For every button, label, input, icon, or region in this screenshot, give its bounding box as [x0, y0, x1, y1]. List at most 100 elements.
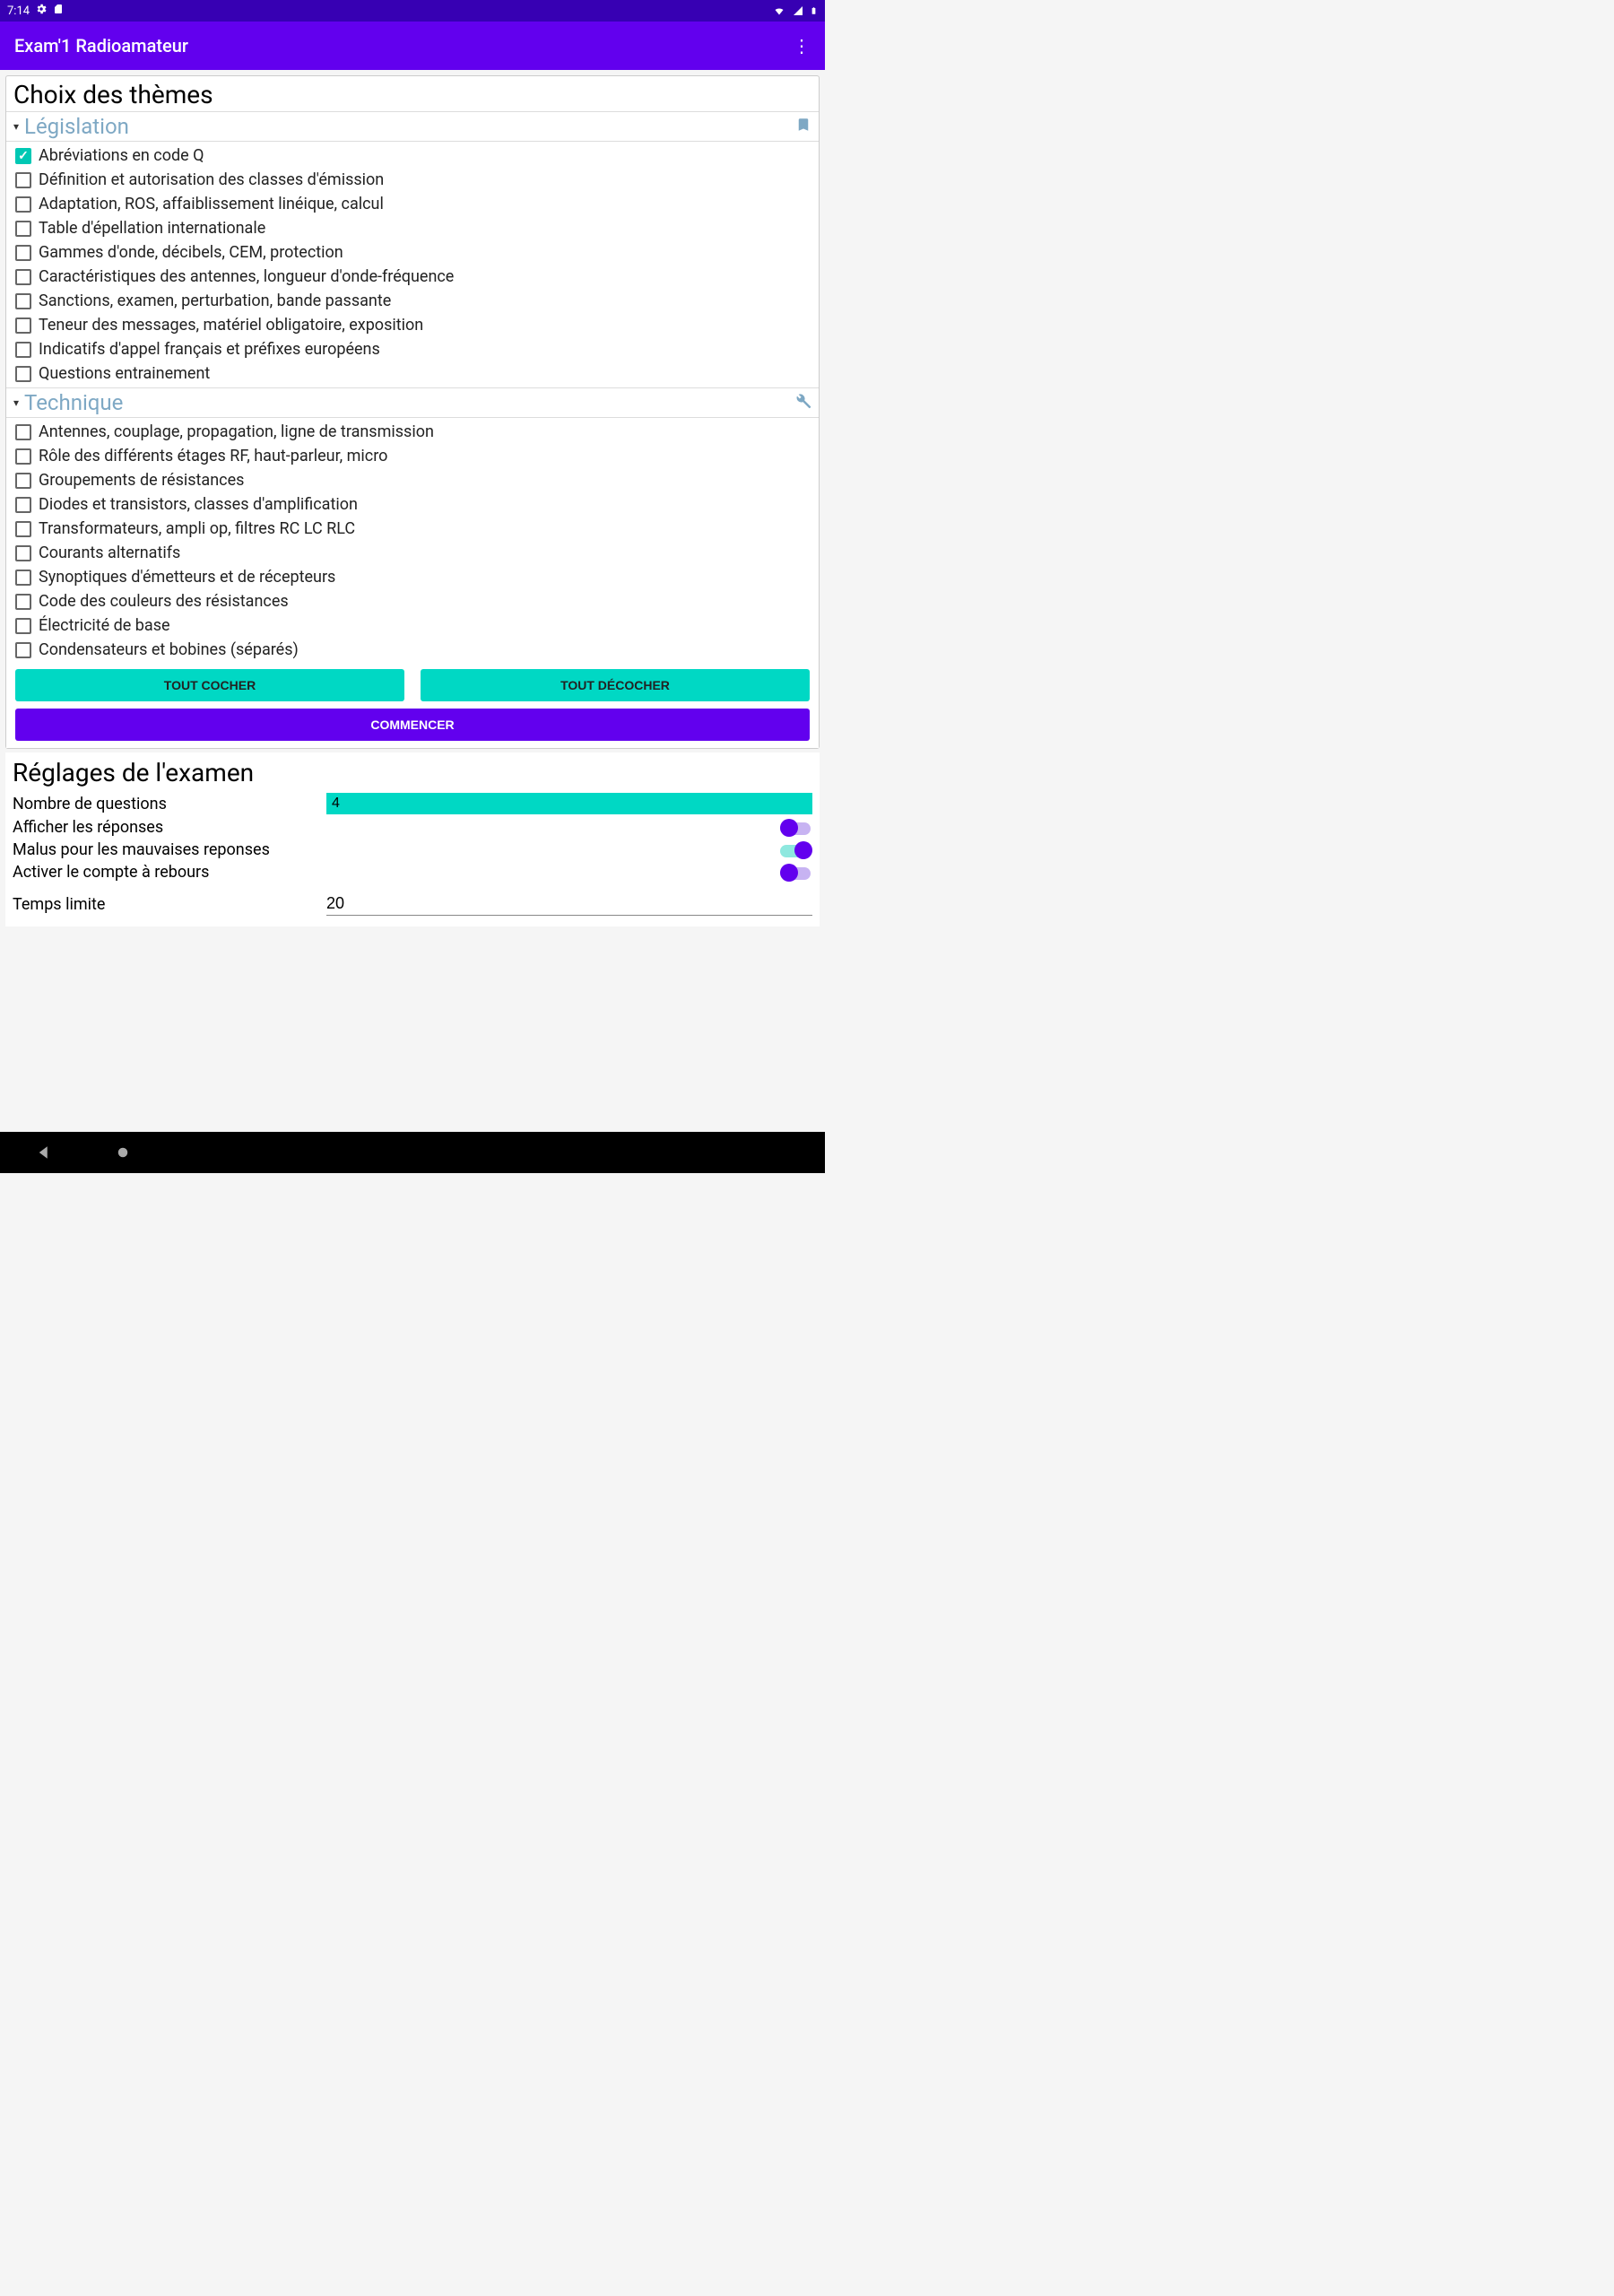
section-items-legislation: Abréviations en code Q Définition et auto… — [6, 142, 819, 387]
list-item[interactable]: Rôle des différents étages RF, haut-parl… — [6, 444, 819, 468]
list-item-label: Questions entrainement — [39, 364, 210, 383]
back-icon[interactable] — [36, 1144, 52, 1161]
list-item[interactable]: Électricité de base — [6, 613, 819, 638]
themes-card: Choix des thèmes ▾ Législation Abréviati… — [5, 75, 820, 749]
checkbox[interactable] — [15, 473, 31, 489]
list-item-label: Gammes d'onde, décibels, CEM, protection — [39, 243, 343, 262]
setting-show-answers: Afficher les réponses — [9, 816, 816, 839]
malus-toggle[interactable] — [780, 841, 812, 859]
section-header-legislation[interactable]: ▾ Législation — [6, 111, 819, 142]
sd-card-icon — [53, 3, 64, 19]
bookmark-icon — [795, 116, 811, 137]
checkbox[interactable] — [15, 317, 31, 334]
list-item-label: Électricité de base — [39, 616, 170, 635]
checkbox[interactable] — [15, 521, 31, 537]
button-row: TOUT COCHER TOUT DÉCOCHER — [6, 664, 819, 705]
list-item[interactable]: Courants alternatifs — [6, 541, 819, 565]
list-item[interactable]: Abréviations en code Q — [6, 144, 819, 168]
list-item[interactable]: Caractéristiques des antennes, longueur … — [6, 265, 819, 289]
list-item-label: Abréviations en code Q — [39, 146, 204, 165]
list-item[interactable]: Condensateurs et bobines (séparés) — [6, 638, 819, 662]
list-item-label: Antennes, couplage, propagation, ligne d… — [39, 422, 434, 441]
list-item-label: Synoptiques d'émetteurs et de récepteurs — [39, 568, 335, 587]
status-bar: 7:14 — [0, 0, 825, 22]
list-item[interactable]: Code des couleurs des résistances — [6, 589, 819, 613]
uncheck-all-button[interactable]: TOUT DÉCOCHER — [421, 669, 810, 701]
checkbox[interactable] — [15, 618, 31, 634]
list-item[interactable]: Table d'épellation internationale — [6, 216, 819, 240]
list-item-label: Teneur des messages, matériel obligatoir… — [39, 316, 423, 335]
list-item-label: Condensateurs et bobines (séparés) — [39, 640, 299, 659]
setting-label: Nombre de questions — [13, 795, 326, 813]
home-icon[interactable] — [115, 1144, 131, 1161]
checkbox[interactable] — [15, 642, 31, 658]
list-item[interactable]: Synoptiques d'émetteurs et de récepteurs — [6, 565, 819, 589]
list-item[interactable]: Transformateurs, ampli op, filtres RC LC… — [6, 517, 819, 541]
setting-question-count: Nombre de questions — [9, 791, 816, 816]
checkbox[interactable] — [15, 545, 31, 561]
section-header-technique[interactable]: ▾ Technique — [6, 387, 819, 418]
list-item-label: Définition et autorisation des classes d… — [39, 170, 384, 189]
list-item[interactable]: Sanctions, examen, perturbation, bande p… — [6, 289, 819, 313]
wrench-icon — [794, 392, 811, 413]
setting-label: Activer le compte à rebours — [13, 863, 326, 882]
battery-icon — [810, 4, 818, 17]
list-item-label: Rôle des différents étages RF, haut-parl… — [39, 447, 387, 465]
android-nav-bar — [0, 1132, 825, 1173]
wifi-icon — [772, 5, 786, 16]
caret-down-icon: ▾ — [13, 396, 19, 409]
status-time: 7:14 — [7, 4, 30, 18]
list-item-label: Table d'épellation internationale — [39, 219, 265, 238]
app-title: Exam'1 Radioamateur — [14, 35, 188, 57]
checkbox[interactable] — [15, 148, 31, 164]
list-item-label: Caractéristiques des antennes, longueur … — [39, 267, 454, 286]
list-item[interactable]: Définition et autorisation des classes d… — [6, 168, 819, 192]
setting-malus: Malus pour les mauvaises reponses — [9, 839, 816, 861]
checkbox[interactable] — [15, 342, 31, 358]
list-item[interactable]: Gammes d'onde, décibels, CEM, protection — [6, 240, 819, 265]
list-item-label: Transformateurs, ampli op, filtres RC LC… — [39, 519, 355, 538]
check-all-button[interactable]: TOUT COCHER — [15, 669, 404, 701]
checkbox[interactable] — [15, 497, 31, 513]
page-title: Choix des thèmes — [6, 76, 819, 111]
setting-label: Temps limite — [13, 895, 326, 914]
list-item-label: Diodes et transistors, classes d'amplifi… — [39, 495, 358, 514]
list-item[interactable]: Indicatifs d'appel français et préfixes … — [6, 337, 819, 361]
checkbox[interactable] — [15, 366, 31, 382]
section-items-technique: Antennes, couplage, propagation, ligne d… — [6, 418, 819, 664]
list-item[interactable]: Diodes et transistors, classes d'amplifi… — [6, 492, 819, 517]
content: Choix des thèmes ▾ Législation Abréviati… — [0, 70, 825, 1132]
setting-time-limit: Temps limite — [9, 891, 816, 918]
checkbox[interactable] — [15, 221, 31, 237]
gear-icon — [35, 3, 48, 19]
question-count-input[interactable] — [326, 793, 812, 814]
list-item-label: Groupements de résistances — [39, 471, 244, 490]
list-item[interactable]: Adaptation, ROS, affaiblissement linéiqu… — [6, 192, 819, 216]
countdown-toggle[interactable] — [780, 864, 812, 882]
list-item[interactable]: Questions entrainement — [6, 361, 819, 386]
checkbox[interactable] — [15, 172, 31, 188]
start-button[interactable]: COMMENCER — [15, 709, 810, 741]
time-limit-input[interactable] — [326, 892, 812, 916]
checkbox[interactable] — [15, 293, 31, 309]
section-title: Législation — [24, 114, 790, 139]
show-answers-toggle[interactable] — [780, 819, 812, 837]
checkbox[interactable] — [15, 448, 31, 465]
list-item[interactable]: Antennes, couplage, propagation, ligne d… — [6, 420, 819, 444]
list-item-label: Indicatifs d'appel français et préfixes … — [39, 340, 380, 359]
checkbox[interactable] — [15, 570, 31, 586]
setting-label: Malus pour les mauvaises reponses — [13, 840, 326, 859]
setting-label: Afficher les réponses — [13, 818, 326, 837]
checkbox[interactable] — [15, 196, 31, 213]
overflow-menu-icon[interactable]: ⋮ — [793, 35, 811, 57]
list-item-label: Courants alternatifs — [39, 544, 180, 562]
checkbox[interactable] — [15, 594, 31, 610]
list-item-label: Adaptation, ROS, affaiblissement linéiqu… — [39, 195, 384, 213]
checkbox[interactable] — [15, 245, 31, 261]
list-item[interactable]: Groupements de résistances — [6, 468, 819, 492]
caret-down-icon: ▾ — [13, 120, 19, 133]
setting-countdown: Activer le compte à rebours — [9, 861, 816, 883]
checkbox[interactable] — [15, 424, 31, 440]
list-item[interactable]: Teneur des messages, matériel obligatoir… — [6, 313, 819, 337]
checkbox[interactable] — [15, 269, 31, 285]
